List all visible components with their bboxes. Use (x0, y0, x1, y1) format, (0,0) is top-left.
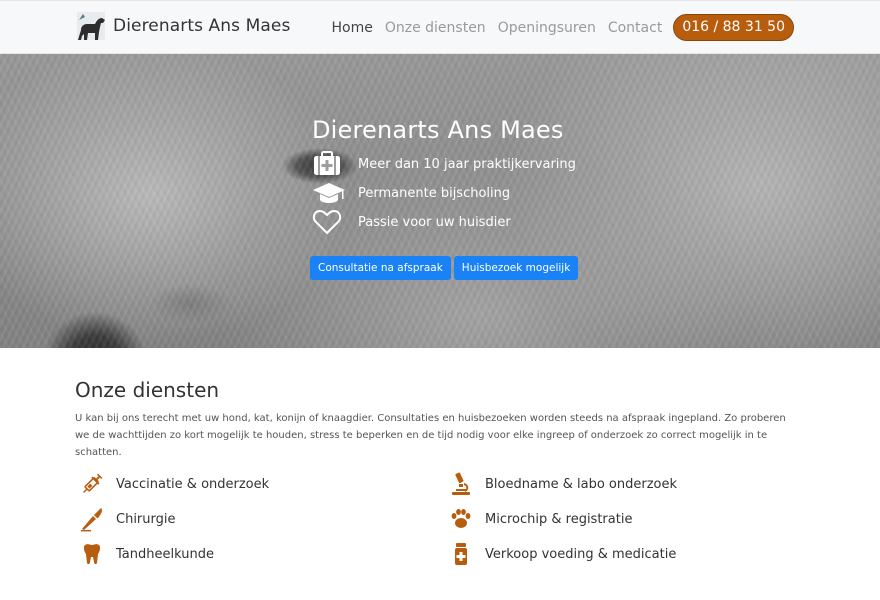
consultation-button[interactable]: Consultatie na afspraak (310, 256, 451, 280)
service-label: Bloedname & labo onderzoek (485, 476, 678, 492)
navbar: Dierenarts Ans Maes Home Onze diensten O… (0, 0, 880, 54)
service-item: Vaccinatie & onderzoek (78, 471, 269, 497)
service-label: Microchip & registratie (485, 511, 633, 527)
service-label: Verkoop voeding & medicatie (485, 546, 677, 562)
hero-buttons: Consultatie na afspraak Huisbezoek mogel… (310, 256, 581, 280)
medkit-icon (312, 150, 348, 178)
service-item: Verkoop voeding & medicatie (447, 541, 676, 567)
hero-content: Dierenarts Ans Maes Meer dan 10 jaar pra… (312, 116, 632, 237)
service-label: Tandheelkunde (116, 546, 214, 562)
heart-icon (312, 208, 348, 236)
service-item: Tandheelkunde (78, 541, 214, 567)
services-section: Onze diensten U kan bij ons terecht met … (75, 378, 815, 565)
scalpel-icon (78, 506, 106, 532)
brand-title: Dierenarts Ans Maes (113, 16, 291, 36)
home-visit-button[interactable]: Huisbezoek mogelijk (453, 256, 579, 280)
service-item: Microchip & registratie (447, 506, 632, 532)
nav-link-openingsuren[interactable]: Openingsuren (498, 20, 596, 36)
hero-banner: Dierenarts Ans Maes Meer dan 10 jaar pra… (0, 54, 880, 348)
tooth-icon (78, 541, 106, 567)
hero-feature: Permanente bijscholing (312, 179, 632, 207)
service-item: Bloedname & labo onderzoek (447, 471, 677, 497)
services-title: Onze diensten (75, 378, 220, 402)
microscope-icon (447, 471, 475, 497)
service-item: Chirurgie (78, 506, 176, 532)
syringe-icon (78, 471, 106, 497)
hero-feature-label: Passie voor uw huisdier (358, 214, 511, 230)
service-label: Chirurgie (116, 511, 176, 527)
dog-icon (75, 10, 107, 42)
services-description: U kan bij ons terecht met uw hond, kat, … (75, 413, 786, 458)
phone-button[interactable]: 016 / 88 31 50 (673, 14, 794, 41)
graduation-cap-icon (312, 179, 348, 207)
hero-feature: Meer dan 10 jaar praktijkervaring (312, 150, 632, 178)
hero-feature: Passie voor uw huisdier (312, 208, 632, 236)
paw-icon (447, 506, 475, 532)
service-label: Vaccinatie & onderzoek (116, 476, 270, 492)
hero-feature-label: Meer dan 10 jaar praktijkervaring (358, 156, 576, 172)
pill-bottle-icon (447, 541, 475, 567)
nav-link-home[interactable]: Home (332, 20, 373, 36)
hero-feature-label: Permanente bijscholing (358, 185, 511, 201)
nav-link-contact[interactable]: Contact (608, 20, 662, 36)
nav-menu: Home Onze diensten Openingsuren Contact … (320, 14, 794, 41)
hero-title: Dierenarts Ans Maes (312, 116, 564, 144)
brand-link[interactable]: Dierenarts Ans Maes (75, 10, 290, 42)
nav-link-onze-diensten[interactable]: Onze diensten (385, 20, 486, 36)
